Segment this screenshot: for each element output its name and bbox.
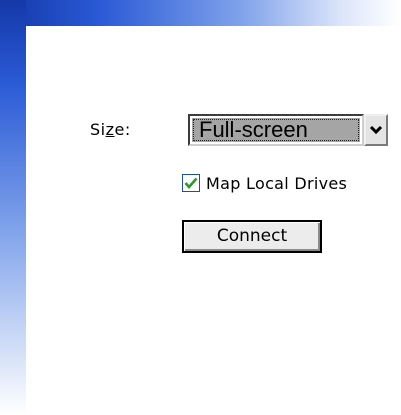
chevron-down-icon	[369, 125, 383, 135]
size-dropdown-field[interactable]: Full-screen	[188, 114, 364, 146]
size-label: Size:	[90, 120, 131, 139]
size-dropdown-value: Full-screen	[192, 118, 360, 142]
map-local-drives-row[interactable]: Map Local Drives	[182, 172, 347, 194]
checkmark-icon	[184, 177, 198, 189]
size-dropdown-arrow-button[interactable]	[364, 114, 388, 146]
size-label-accelerator: z	[105, 120, 115, 139]
size-dropdown[interactable]: Full-screen	[188, 114, 397, 146]
left-gradient-bar	[0, 0, 26, 415]
map-local-drives-label: Map Local Drives	[206, 173, 348, 193]
map-local-drives-checkbox[interactable]	[182, 174, 200, 192]
remote-desktop-panel: Size: Full-screen Map Local Drives Conne…	[0, 0, 401, 415]
top-gradient-bar	[0, 0, 401, 26]
connect-button[interactable]: Connect	[182, 220, 322, 253]
